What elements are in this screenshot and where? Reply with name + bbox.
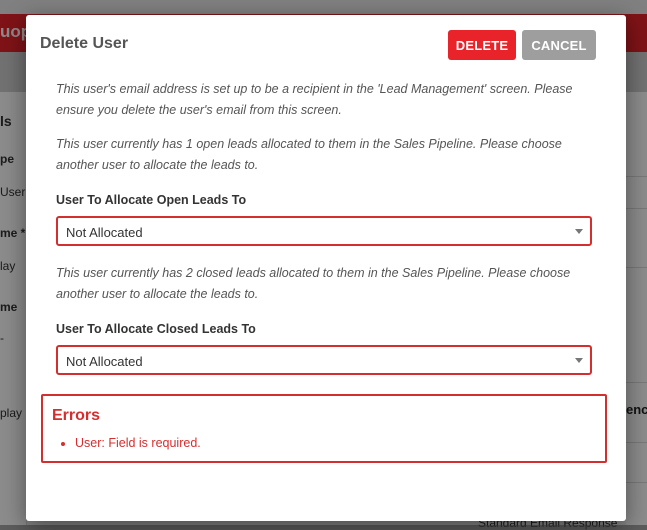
delete-user-dialog: Delete User DELETE CANCEL This user's em… (26, 15, 626, 521)
dialog-title: Delete User (40, 35, 129, 52)
open-leads-selected-value: Not Allocated (66, 225, 143, 240)
errors-title: Errors (52, 407, 101, 424)
open-leads-notice: This user currently has 1 open leads all… (56, 137, 562, 172)
cancel-button[interactable]: CANCEL (522, 30, 596, 60)
email-recipient-notice: This user's email address is set up to b… (56, 82, 573, 117)
closed-leads-notice: This user currently has 2 closed leads a… (56, 266, 571, 301)
closed-leads-select[interactable]: Not Allocated (56, 345, 592, 375)
errors-panel: Errors User: Field is required. (41, 394, 607, 463)
chevron-down-icon (575, 229, 583, 234)
delete-button[interactable]: DELETE (448, 30, 516, 60)
dialog-body: This user's email address is set up to b… (26, 67, 626, 521)
open-leads-select[interactable]: Not Allocated (56, 216, 592, 246)
closed-leads-label: User To Allocate Closed Leads To (56, 322, 256, 336)
closed-leads-selected-value: Not Allocated (66, 354, 143, 369)
error-item: User: Field is required. (75, 436, 201, 450)
open-leads-label: User To Allocate Open Leads To (56, 193, 247, 207)
chevron-down-icon (575, 358, 583, 363)
errors-list: User: Field is required. (59, 436, 201, 450)
